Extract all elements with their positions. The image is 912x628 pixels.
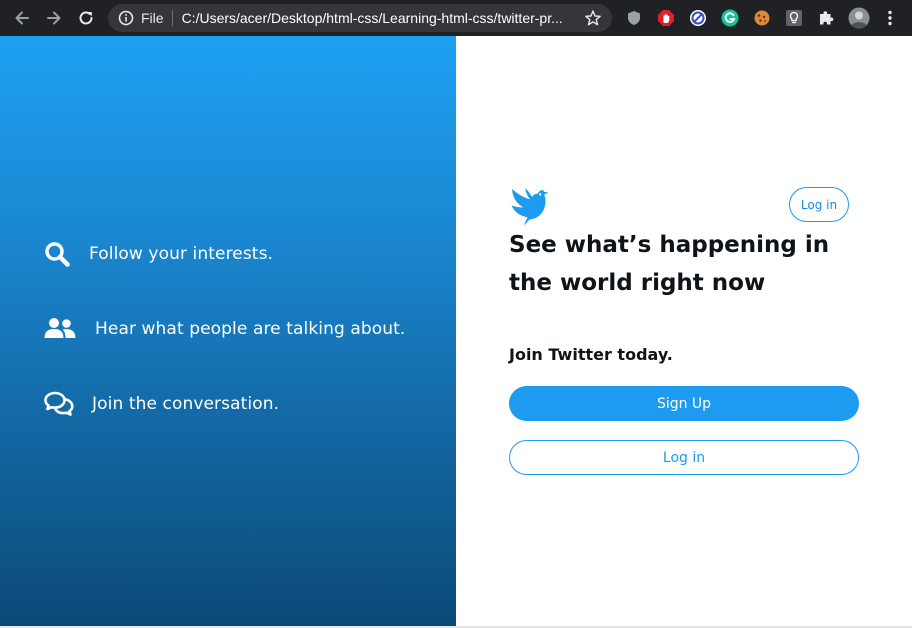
browser-toolbar: File C:/Users/acer/Desktop/html-css/Lear… bbox=[0, 0, 912, 36]
feature-hear-people: Hear what people are talking about. bbox=[44, 314, 405, 344]
feature-text: Follow your interests. bbox=[89, 244, 274, 264]
feature-text: Hear what people are talking about. bbox=[95, 319, 406, 339]
profile-button[interactable] bbox=[848, 7, 870, 29]
back-button[interactable] bbox=[10, 6, 34, 30]
features-panel: Follow your interests. Hear what people … bbox=[0, 36, 456, 626]
puzzle-icon bbox=[820, 11, 834, 25]
bulb-icon bbox=[786, 10, 802, 26]
feature-join-conversation: Join the conversation. bbox=[44, 389, 279, 419]
feature-follow-interests: Follow your interests. bbox=[44, 239, 273, 269]
block-extension[interactable] bbox=[688, 8, 708, 28]
menu-dots-icon bbox=[888, 10, 892, 26]
shield-extension[interactable] bbox=[624, 8, 644, 28]
cookie-icon bbox=[754, 10, 770, 26]
header-login-button[interactable]: Log in bbox=[789, 187, 849, 222]
chat-icon bbox=[44, 389, 74, 419]
forward-button[interactable] bbox=[42, 6, 66, 30]
join-text: Join Twitter today. bbox=[509, 345, 673, 364]
shield-icon bbox=[628, 11, 640, 25]
bird-logo-icon bbox=[511, 188, 548, 226]
profile-avatar bbox=[848, 7, 870, 29]
reload-button[interactable] bbox=[74, 6, 98, 30]
arrow-right-icon bbox=[47, 11, 61, 25]
adblock-extension[interactable] bbox=[656, 8, 676, 28]
people-icon bbox=[44, 314, 80, 344]
block-icon bbox=[690, 10, 706, 26]
grammarly-extension[interactable] bbox=[720, 8, 740, 28]
page-headline: See what’s happening in the world right … bbox=[509, 232, 830, 296]
adblock-icon bbox=[658, 10, 674, 26]
login-button[interactable]: Log in bbox=[509, 440, 859, 475]
search-icon bbox=[44, 239, 74, 269]
url-scheme-label: File bbox=[141, 10, 173, 26]
url-text[interactable]: C:/Users/acer/Desktop/html-css/Learning-… bbox=[182, 10, 572, 26]
menu-button[interactable] bbox=[880, 8, 900, 28]
bulb-extension[interactable] bbox=[784, 8, 804, 28]
address-bar[interactable]: File C:/Users/acer/Desktop/html-css/Lear… bbox=[108, 4, 612, 32]
arrow-left-icon bbox=[15, 11, 29, 25]
star-icon[interactable] bbox=[584, 9, 602, 27]
signup-button[interactable]: Sign Up bbox=[509, 386, 859, 421]
reload-icon bbox=[79, 11, 93, 25]
signup-panel: Log in See what’s happening in the world… bbox=[456, 36, 912, 626]
extensions-button[interactable] bbox=[816, 8, 836, 28]
cookie-extension[interactable] bbox=[752, 8, 772, 28]
grammarly-icon bbox=[721, 9, 739, 27]
info-icon[interactable] bbox=[118, 10, 134, 26]
feature-text: Join the conversation. bbox=[92, 394, 280, 414]
